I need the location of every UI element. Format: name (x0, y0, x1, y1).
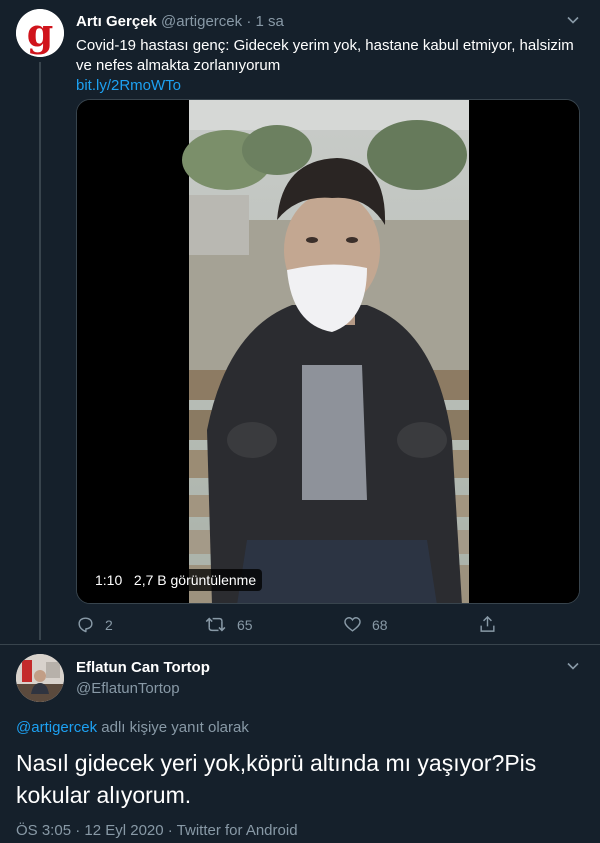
dot-separator: · (246, 13, 252, 30)
like-button[interactable]: 68 (343, 615, 388, 634)
avatar-logo-letter: g (27, 10, 54, 55)
author-name[interactable]: Artı Gerçek (76, 13, 157, 30)
tweet-body: Covid-19 hastası genç: Gidecek yerim yok… (76, 37, 574, 74)
retweet-icon (205, 617, 226, 632)
heart-icon (344, 617, 361, 632)
reply-context: @artigercek adlı kişiye yanıt olarak (16, 719, 249, 736)
reply-button[interactable]: 2 (76, 615, 113, 634)
share-icon (480, 615, 495, 632)
avatar-photo (16, 654, 64, 702)
author-handle[interactable]: @EflatunTortop (76, 680, 180, 697)
tweet-link[interactable]: bit.ly/2RmoWTo (76, 76, 584, 96)
author-handle[interactable]: @artigercek (161, 13, 242, 30)
chevron-down-icon (567, 662, 579, 670)
author-name[interactable]: Eflatun Can Tortop (76, 659, 210, 676)
tweet-time[interactable]: 1 sa (255, 13, 283, 30)
reply-to-handle[interactable]: @artigercek (16, 719, 97, 736)
avatar[interactable]: g (16, 9, 64, 57)
reply-count: 2 (105, 616, 113, 633)
tweet-meta[interactable]: ÖS 3:05 · 12 Eyl 2020 · Twitter for Andr… (16, 822, 298, 839)
share-button[interactable] (478, 614, 497, 634)
avatar[interactable] (16, 654, 64, 702)
retweet-button[interactable]: 65 (205, 615, 253, 634)
reply-to-text: adlı kişiye yanıt olarak (101, 719, 249, 736)
video-player[interactable]: 1:10 2,7 B görüntülenme (76, 99, 580, 604)
tweet-author-line: Artı Gerçek @artigercek · 1 sa (76, 13, 284, 30)
tweet-divider (0, 644, 600, 645)
video-duration: 1:10 (95, 572, 123, 588)
tweet-menu-button[interactable] (565, 658, 581, 679)
retweet-count: 65 (237, 616, 253, 633)
thread-connector-line (39, 62, 41, 640)
like-count: 68 (372, 616, 388, 633)
video-frame (77, 100, 579, 603)
tweet-text: Covid-19 hastası genç: Gidecek yerim yok… (76, 36, 584, 96)
chevron-down-icon (567, 16, 579, 24)
tweet-menu-button[interactable] (565, 12, 581, 33)
reply-icon (78, 617, 93, 633)
video-info-badge: 1:10 2,7 B görüntülenme (89, 569, 263, 591)
tweet-text: Nasıl gidecek yeri yok,köprü altında mı … (16, 750, 537, 808)
tweet-actions: 2 65 68 (76, 613, 584, 637)
video-views: 2,7 B görüntülenme (133, 572, 257, 588)
